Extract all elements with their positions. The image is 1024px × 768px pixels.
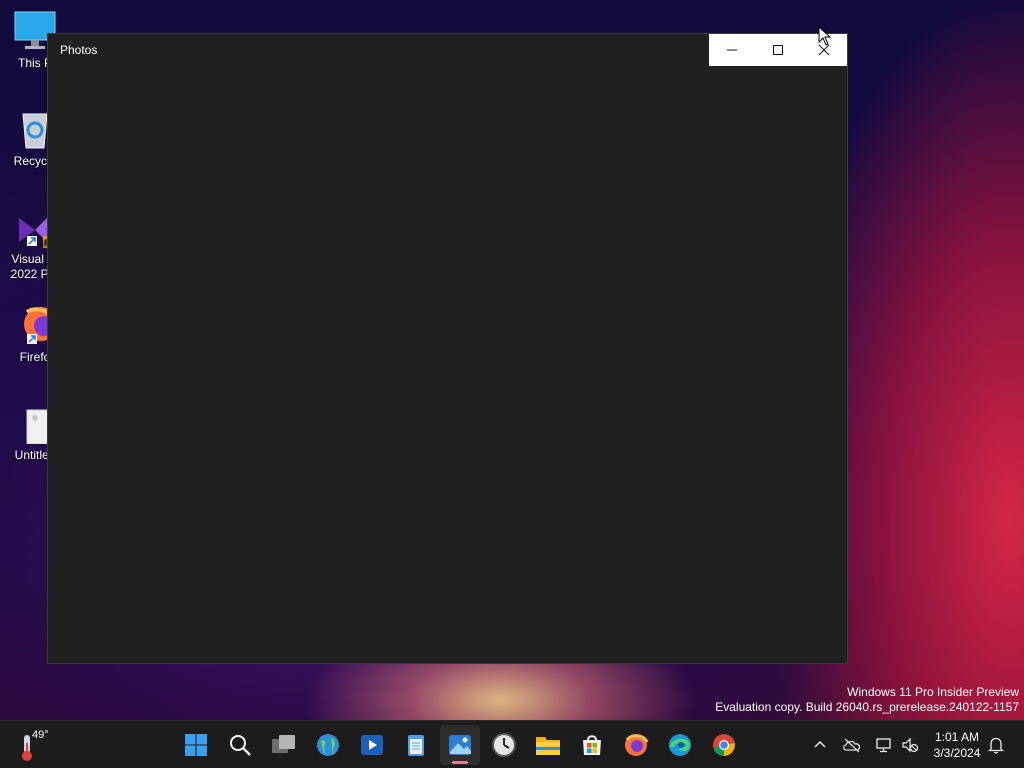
minimize-button[interactable] bbox=[709, 34, 755, 66]
windows-logo-icon bbox=[185, 734, 207, 756]
photos-content-area bbox=[48, 66, 847, 663]
edge-icon bbox=[669, 734, 691, 756]
media-player-icon bbox=[361, 735, 383, 755]
onedrive-icon bbox=[843, 738, 861, 753]
taskbar-app-notepad[interactable] bbox=[396, 725, 436, 765]
globe-icon bbox=[317, 734, 339, 756]
photos-icon bbox=[449, 735, 471, 755]
volume-muted-icon bbox=[902, 737, 919, 753]
taskbar-clock[interactable]: 1:01 AM 3/3/2024 bbox=[928, 729, 986, 761]
weather-temperature: 49° bbox=[32, 729, 49, 741]
firefox-icon bbox=[625, 734, 649, 756]
taskbar-app-file-explorer[interactable] bbox=[528, 725, 568, 765]
taskbar-app-chrome[interactable] bbox=[704, 725, 744, 765]
evaluation-watermark: Windows 11 Pro Insider Preview Evaluatio… bbox=[715, 685, 1019, 715]
onedrive-tray-button[interactable] bbox=[842, 735, 862, 755]
clock-icon bbox=[492, 733, 516, 757]
watermark-line1: Windows 11 Pro Insider Preview bbox=[847, 685, 1019, 699]
store-icon bbox=[583, 735, 601, 755]
window-title: Photos bbox=[60, 43, 98, 57]
watermark-line2: Evaluation copy. Build 26040.rs_prerelea… bbox=[715, 700, 1019, 714]
taskbar-app-clock[interactable] bbox=[484, 725, 524, 765]
show-hidden-icons-button[interactable] bbox=[810, 735, 830, 755]
maximize-button[interactable] bbox=[755, 34, 801, 66]
chevron-up-icon bbox=[814, 741, 826, 748]
title-bar[interactable]: Photos bbox=[48, 34, 847, 66]
network-icon bbox=[876, 738, 891, 753]
taskbar-app-firefox[interactable] bbox=[616, 725, 656, 765]
weather-widget[interactable]: 49° bbox=[18, 727, 58, 763]
start-button[interactable] bbox=[176, 725, 216, 765]
search-icon bbox=[230, 735, 251, 756]
notification-bell-icon bbox=[988, 737, 1004, 754]
maximize-icon bbox=[773, 45, 783, 55]
active-app-indicator bbox=[452, 761, 468, 764]
network-tray-button[interactable] bbox=[874, 735, 894, 755]
photos-window[interactable]: Photos bbox=[47, 33, 848, 664]
chrome-icon bbox=[713, 734, 735, 756]
mouse-cursor-icon bbox=[818, 26, 832, 46]
taskbar-app-media-player[interactable] bbox=[352, 725, 392, 765]
search-button[interactable] bbox=[220, 725, 260, 765]
notepad-icon bbox=[408, 735, 424, 756]
clock-time: 1:01 AM bbox=[934, 730, 980, 744]
minimize-icon bbox=[727, 49, 737, 51]
notifications-button[interactable] bbox=[986, 735, 1006, 755]
taskbar-app-microsoft-store[interactable] bbox=[572, 725, 612, 765]
taskbar: 49° 1:01 AM 3/3/2024 bbox=[0, 720, 1024, 768]
task-view-icon bbox=[272, 735, 295, 753]
folder-icon bbox=[536, 737, 560, 755]
task-view-button[interactable] bbox=[264, 725, 304, 765]
clock-date: 3/3/2024 bbox=[933, 746, 981, 760]
taskbar-app-photos[interactable] bbox=[440, 725, 480, 765]
taskbar-app-edge[interactable] bbox=[660, 725, 700, 765]
taskbar-app-globe[interactable] bbox=[308, 725, 348, 765]
volume-tray-button[interactable] bbox=[900, 735, 920, 755]
